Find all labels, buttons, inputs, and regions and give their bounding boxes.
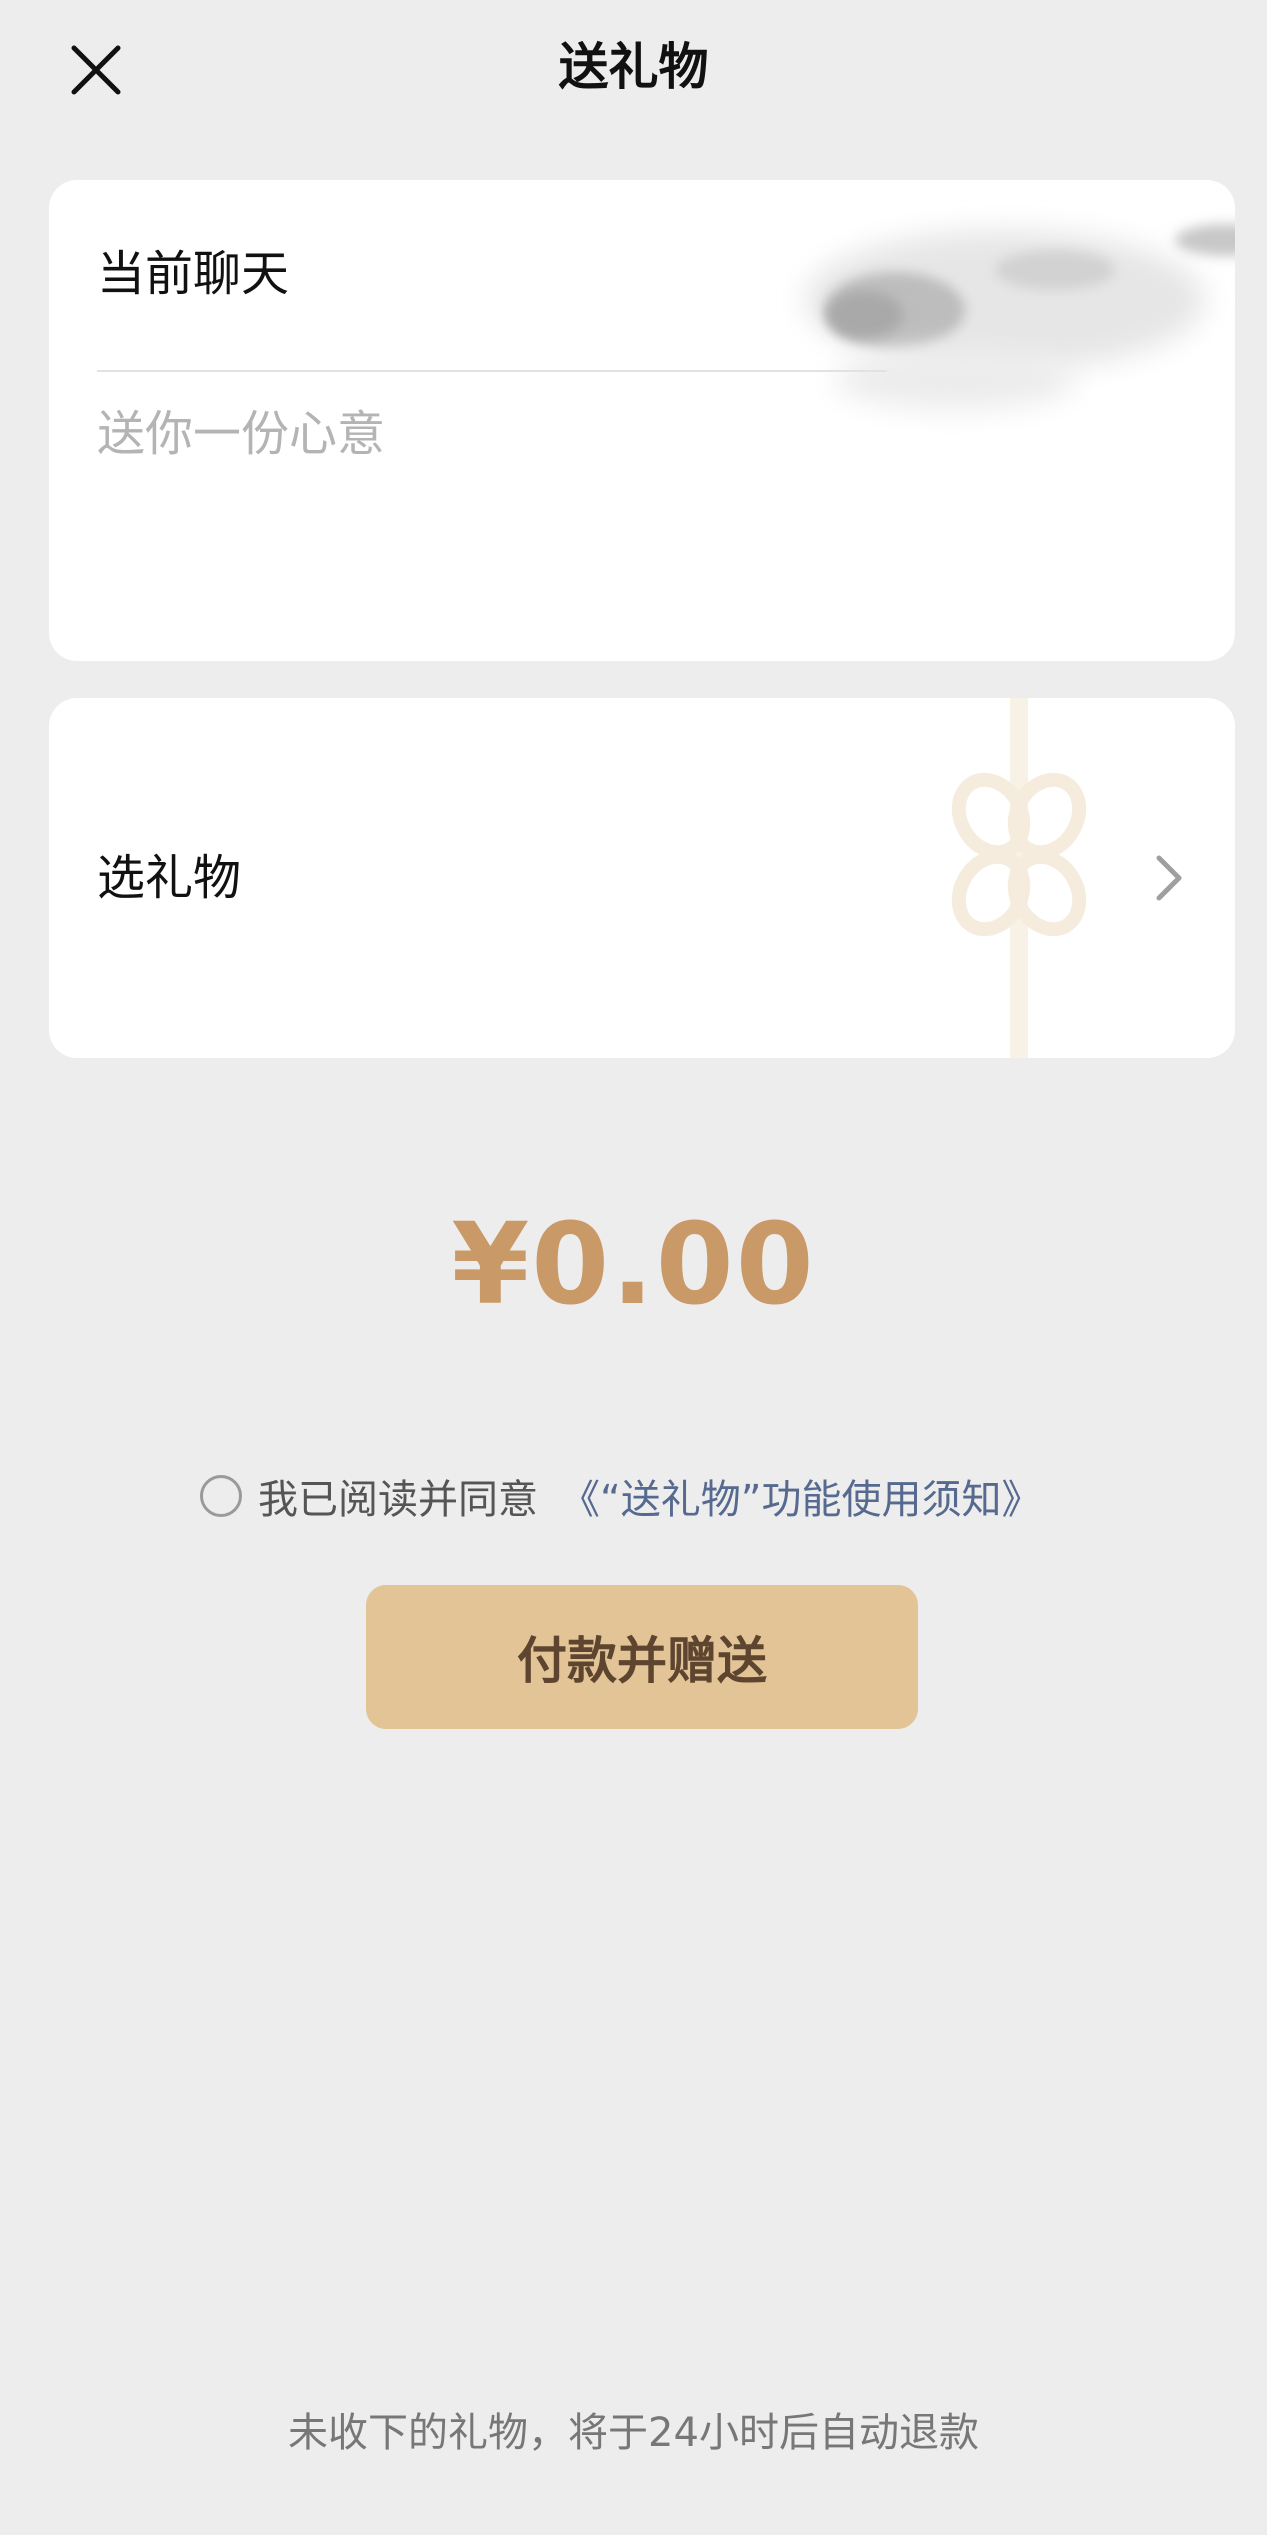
chevron-right-icon xyxy=(1156,855,1182,901)
select-gift-row[interactable]: 选礼物 xyxy=(49,698,1235,1058)
agreement-text: 我已阅读并同意 xyxy=(258,1477,538,1523)
refund-note: 未收下的礼物，将于24小时后自动退款 xyxy=(288,2410,979,2456)
gift-amount: ¥0.00 xyxy=(451,1200,816,1330)
page-title: 送礼物 xyxy=(558,38,709,96)
divider xyxy=(97,370,887,372)
agreement-checkbox[interactable] xyxy=(200,1475,242,1517)
header-bar: 送礼物 xyxy=(0,0,1267,140)
agreement-row: 我已阅读并同意 《“送礼物”功能使用须知》 xyxy=(200,1466,1041,1526)
ribbon-bow-icon xyxy=(951,698,1087,1058)
message-card: 当前聊天 xyxy=(49,180,1235,661)
pay-and-send-button[interactable]: 付款并赠送 xyxy=(366,1585,918,1729)
select-gift-label: 选礼物 xyxy=(97,850,242,906)
message-input[interactable] xyxy=(97,390,1187,602)
agreement-link[interactable]: 《“送礼物”功能使用须知》 xyxy=(560,1467,1041,1525)
current-chat-label: 当前聊天 xyxy=(97,246,290,302)
